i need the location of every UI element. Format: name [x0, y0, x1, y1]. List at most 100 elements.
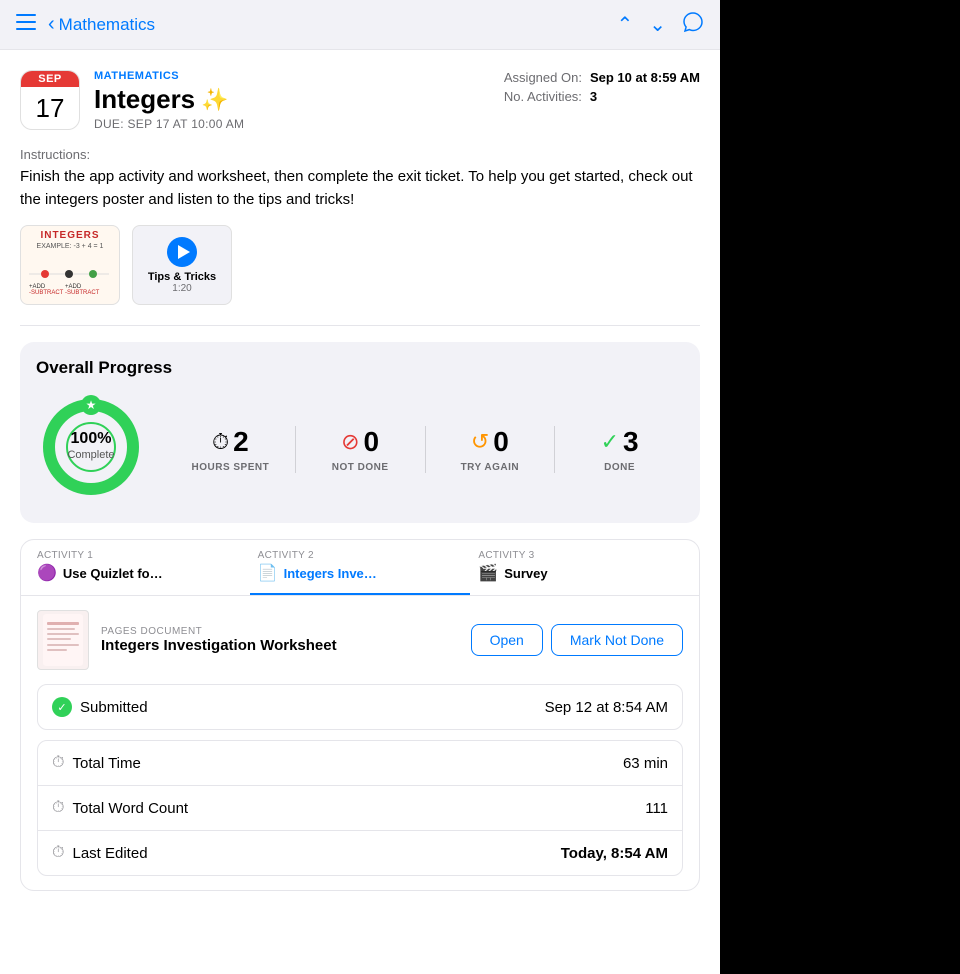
- activity-content: PAGES DOCUMENT Integers Investigation Wo…: [21, 596, 699, 890]
- try-again-num: 0: [493, 426, 509, 458]
- doc-thumbnail-icon: [43, 614, 83, 666]
- no-activities-label: No. Activities:: [504, 89, 582, 104]
- back-label: Mathematics: [59, 15, 155, 35]
- svg-text:-SUBTRACT: -SUBTRACT: [65, 290, 100, 296]
- activity-1-icon: 🟣: [37, 563, 57, 583]
- doc-info: PAGES DOCUMENT Integers Investigation Wo…: [101, 626, 459, 654]
- activity-2-row: 📄 Integers Investi...: [258, 563, 384, 583]
- done-label: DONE: [604, 462, 635, 473]
- submitted-time: Sep 12 at 8:54 AM: [545, 699, 668, 716]
- done-icon: ✓: [601, 429, 619, 455]
- subject-label: MATHEMATICS: [94, 70, 504, 82]
- last-edited-label: Last Edited: [72, 845, 147, 862]
- title-text: Integers: [94, 84, 195, 115]
- not-done-num: 0: [364, 426, 380, 458]
- calendar-icon: SEP 17: [20, 70, 80, 130]
- stat-done: ✓ 3 DONE: [555, 426, 684, 473]
- clock-icon: ⏱: [212, 429, 229, 455]
- down-arrow-button[interactable]: ⌄: [649, 12, 666, 37]
- donut-chart: ★ 100% Complete: [36, 392, 146, 507]
- not-done-label: NOT DONE: [332, 462, 389, 473]
- stat-not-done: ⊘ 0 NOT DONE: [296, 426, 426, 473]
- stat-try-again: ↺ 0 TRY AGAIN: [426, 426, 556, 473]
- total-time-label: Total Time: [72, 755, 140, 772]
- assignment-title: Integers ✨: [94, 84, 504, 115]
- total-time-row: ⏱ Total Time 63 min: [38, 741, 682, 786]
- top-nav: ‹ Mathematics ⌃ ⌄: [0, 0, 720, 50]
- doc-name: Integers Investigation Worksheet: [101, 637, 459, 654]
- back-button[interactable]: ‹ Mathematics: [48, 13, 616, 36]
- svg-text:Complete: Complete: [67, 449, 114, 461]
- activity-1-num-label: ACTIVITY 1: [37, 550, 93, 561]
- stat-hours-spent: ⏱ 2 HOURS SPENT: [166, 426, 296, 473]
- total-time-icon: ⏱: [52, 754, 64, 772]
- submitted-left: ✓ Submitted: [52, 697, 148, 717]
- attachments-row: INTEGERS EXAMPLE: -3 + 4 = 1 +ADD +ADD -…: [20, 225, 700, 305]
- stats-rows: ⏱ Total Time 63 min ⏱ Total Word Count 1…: [37, 740, 683, 876]
- not-done-icon: ⊘: [341, 429, 359, 455]
- svg-text:-SUBTRACT: -SUBTRACT: [29, 290, 64, 296]
- assigned-on-label: Assigned On:: [504, 70, 582, 85]
- total-word-count-label: Total Word Count: [72, 800, 188, 817]
- activity-3-num-label: ACTIVITY 3: [478, 550, 534, 561]
- sidebar-toggle-button[interactable]: [16, 13, 36, 36]
- hours-spent-label: HOURS SPENT: [192, 462, 270, 473]
- submitted-label: Submitted: [80, 699, 148, 716]
- activity-tab-3[interactable]: ACTIVITY 3 🎬 Survey: [470, 540, 691, 595]
- total-word-count-row: ⏱ Total Word Count 111: [38, 786, 682, 831]
- video-attachment[interactable]: Tips & Tricks 1:20: [132, 225, 232, 305]
- last-edited-value: Today, 8:54 AM: [561, 845, 668, 862]
- svg-text:100%: 100%: [71, 430, 112, 447]
- doc-actions: Open Mark Not Done: [471, 624, 683, 656]
- doc-row: PAGES DOCUMENT Integers Investigation Wo…: [37, 610, 683, 670]
- calendar-day: 17: [21, 87, 79, 129]
- total-word-count-left: ⏱ Total Word Count: [52, 799, 188, 817]
- due-date: DUE: SEP 17 AT 10:00 AM: [94, 117, 504, 131]
- calendar-month: SEP: [21, 71, 79, 87]
- activity-3-row: 🎬 Survey: [478, 563, 547, 583]
- activity-3-icon: 🎬: [478, 563, 498, 583]
- activity-tab-1[interactable]: ACTIVITY 1 🟣 Use Quizlet for...: [29, 540, 250, 595]
- assignment-header: SEP 17 MATHEMATICS Integers ✨ DUE: SEP 1…: [20, 70, 700, 131]
- last-edited-row: ⏱ Last Edited Today, 8:54 AM: [38, 831, 682, 875]
- activities-tabs: ACTIVITY 1 🟣 Use Quizlet for... ACTIVITY…: [21, 540, 699, 596]
- video-title: Tips & Tricks: [148, 271, 216, 283]
- submitted-row: ✓ Submitted Sep 12 at 8:54 AM: [37, 684, 683, 730]
- activity-2-name: Integers Investi...: [284, 566, 384, 581]
- activity-1-name: Use Quizlet for...: [63, 566, 163, 581]
- svg-text:★: ★: [86, 398, 97, 412]
- activity-2-num-label: ACTIVITY 2: [258, 550, 314, 561]
- poster-subtitle: EXAMPLE: -3 + 4 = 1: [25, 243, 115, 250]
- instructions-label: Instructions:: [20, 147, 700, 162]
- total-time-value: 63 min: [623, 755, 668, 772]
- play-triangle-icon: [178, 245, 190, 259]
- activities-section: ACTIVITY 1 🟣 Use Quizlet for... ACTIVITY…: [20, 539, 700, 891]
- right-panel: [720, 0, 960, 974]
- comment-button[interactable]: [682, 11, 704, 39]
- activity-1-row: 🟣 Use Quizlet for...: [37, 563, 163, 583]
- progress-section: Overall Progress ★ 100% Complete: [20, 342, 700, 523]
- donut-svg: ★ 100% Complete: [36, 392, 146, 502]
- doc-thumbnail: [37, 610, 89, 670]
- no-activities-value: 3: [590, 89, 597, 104]
- up-arrow-button[interactable]: ⌃: [616, 12, 633, 37]
- stats-grid: ⏱ 2 HOURS SPENT ⊘ 0 NOT DONE: [166, 426, 684, 473]
- done-num: 3: [623, 426, 639, 458]
- activity-3-name: Survey: [504, 566, 547, 581]
- mark-not-done-button[interactable]: Mark Not Done: [551, 624, 683, 656]
- open-button[interactable]: Open: [471, 624, 543, 656]
- hours-spent-num: 2: [233, 426, 249, 458]
- activity-tab-2[interactable]: ACTIVITY 2 📄 Integers Investi...: [250, 540, 471, 595]
- assignment-title-block: MATHEMATICS Integers ✨ DUE: SEP 17 AT 10…: [94, 70, 504, 131]
- poster-graphic-icon: +ADD +ADD -SUBTRACT -SUBTRACT: [25, 252, 113, 296]
- play-button-icon: [167, 237, 197, 267]
- activity-2-icon: 📄: [258, 563, 278, 583]
- poster-attachment[interactable]: INTEGERS EXAMPLE: -3 + 4 = 1 +ADD +ADD -…: [20, 225, 120, 305]
- back-chevron-icon: ‹: [48, 13, 55, 36]
- try-again-icon: ↺: [471, 429, 489, 455]
- word-count-icon: ⏱: [52, 799, 64, 817]
- total-word-count-value: 111: [645, 800, 668, 817]
- content-area: SEP 17 MATHEMATICS Integers ✨ DUE: SEP 1…: [0, 50, 720, 974]
- total-time-left: ⏱ Total Time: [52, 754, 141, 772]
- progress-stats: ★ 100% Complete ⏱ 2 HOURS SPENT: [36, 392, 684, 507]
